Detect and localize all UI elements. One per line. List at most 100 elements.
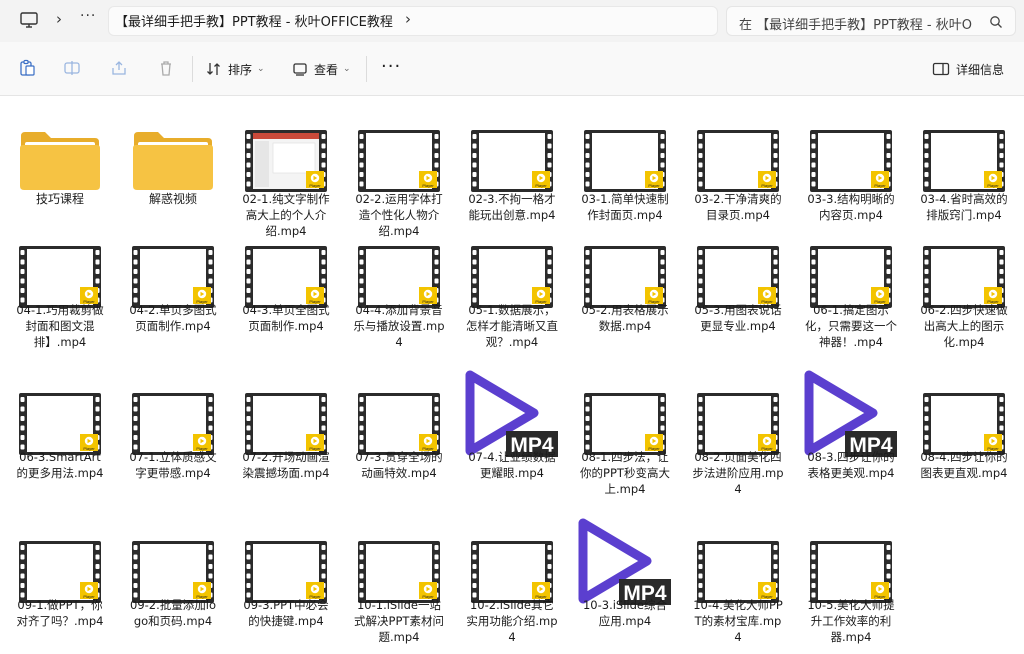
video-thumbnail-icon: Player (358, 130, 440, 192)
svg-text:Player: Player (761, 183, 773, 188)
file-item[interactable]: Player 04-2.单页多图式页面制作.mp4 (123, 245, 223, 355)
file-item[interactable]: MP4 08-3.四步让你的表格更美观.mp4 (801, 370, 901, 502)
file-name-label: 10-4.美化大师PPT的素材宝库.mp4 (693, 598, 783, 644)
file-item[interactable]: Player 08-2.页面美化四步法进阶应用.mp4 (688, 392, 788, 502)
file-item[interactable]: Player 06-1.搞定图示化，只需要这一个神器！.mp4 (801, 245, 901, 355)
address-bar-row: › ··· 【最详细手把手教】PPT教程 - 秋叶OFFICE教程 › 在 【最… (0, 0, 1024, 42)
file-item[interactable]: Player 07-3.贯穿全场的动画特效.mp4 (349, 392, 449, 502)
file-name-label: 04-2.单页多图式页面制作.mp4 (129, 303, 217, 333)
file-name-label: 技巧课程 (35, 192, 84, 206)
share-icon[interactable] (110, 59, 128, 77)
file-item[interactable]: Player 09-3.PPT中必会的快捷键.mp4 (236, 540, 336, 650)
svg-text:Player: Player (422, 183, 434, 188)
file-name-label: 解惑视频 (148, 192, 197, 206)
rename-icon[interactable] (63, 59, 81, 77)
toolbar-divider (366, 56, 367, 82)
file-item[interactable]: Player 02-1.纯文字制作高大上的个人介绍.mp4 (236, 110, 336, 238)
view-button[interactable]: 查看 ⌄ (292, 59, 351, 79)
chevron-right-icon[interactable]: › (56, 10, 62, 28)
file-item[interactable]: Player 10-4.美化大师PPT的素材宝库.mp4 (688, 540, 788, 650)
file-name-label: 05-3.用图表说话更显专业.mp4 (694, 303, 782, 333)
video-thumbnail-icon: Player (358, 541, 440, 603)
file-name-label: 08-1.四步法，让你的PPT秒变高大上.mp4 (580, 450, 670, 496)
search-box[interactable]: 在 【最详细手把手教】PPT教程 - 秋叶O (726, 6, 1016, 36)
video-thumbnail-icon: Player (584, 130, 666, 192)
video-thumbnail-icon: Player (697, 246, 779, 308)
file-name-label: 10-5.美化大师提升工作效率的利器.mp4 (807, 598, 895, 644)
file-item[interactable]: Player 02-3.不拘一格才能玩出创意.mp4 (462, 110, 562, 222)
file-item[interactable]: Player 09-1.做PPT，你对齐了吗？.mp4 (10, 540, 110, 650)
file-name-label: 03-1.简单快速制作封面页.mp4 (581, 192, 669, 222)
file-item[interactable]: Player 05-2.用表格展示数据.mp4 (575, 245, 675, 355)
file-name-label: 03-4.省时高效的排版窍门.mp4 (920, 192, 1008, 222)
mp4-file-icon: MP4 (465, 370, 558, 457)
file-name-label: 04-1.巧用裁剪做封面和图文混排】.mp4 (16, 303, 104, 349)
search-icon[interactable] (989, 15, 1003, 29)
file-item[interactable]: Player 07-2.开场动画渲染震撼场面.mp4 (236, 392, 336, 502)
video-thumbnail-icon: Player (923, 246, 1005, 308)
file-name-label: 03-3.结构明晰的内容页.mp4 (807, 192, 895, 222)
file-name-label: 09-1.做PPT，你对齐了吗？.mp4 (16, 598, 104, 628)
toolbar-divider (192, 56, 193, 82)
sort-icon (207, 63, 220, 75)
file-item[interactable]: Player 04-3.单页全图式页面制作.mp4 (236, 245, 336, 355)
file-item[interactable]: Player 05-1.数据展示，怎样才能清晰又直观？.mp4 (462, 245, 562, 355)
video-thumbnail-icon: Player (584, 393, 666, 455)
video-thumbnail-icon: Player (19, 541, 101, 603)
file-name-label: 07-4.让业绩数据更耀眼.mp4 (468, 450, 556, 480)
file-item[interactable]: Player 10-5.美化大师提升工作效率的利器.mp4 (801, 540, 901, 650)
file-item[interactable]: Player 06-3.SmartArt的更多用法.mp4 (10, 392, 110, 502)
file-item[interactable]: Player 09-2.批量添加logo和页码.mp4 (123, 540, 223, 650)
more-options-button[interactable]: ··· (381, 56, 401, 77)
file-item[interactable]: Player 03-4.省时高效的排版窍门.mp4 (914, 110, 1014, 222)
sort-button[interactable]: 排序 ⌄ (206, 59, 265, 79)
video-thumbnail-icon: Player (358, 393, 440, 455)
file-item[interactable]: Player 06-2.四步快速做出高大上的图示化.mp4 (914, 245, 1014, 355)
breadcrumb-overflow-button[interactable]: ··· (80, 8, 96, 24)
file-item[interactable]: Player 08-1.四步法，让你的PPT秒变高大上.mp4 (575, 392, 675, 502)
chevron-right-icon[interactable]: › (405, 10, 411, 28)
file-item[interactable]: MP4 07-4.让业绩数据更耀眼.mp4 (462, 370, 562, 502)
video-thumbnail-icon: Player (810, 541, 892, 603)
video-thumbnail-icon: Player (245, 393, 327, 455)
file-name-label: 06-3.SmartArt的更多用法.mp4 (16, 450, 104, 480)
file-name-label: 06-2.四步快速做出高大上的图示化.mp4 (920, 303, 1008, 349)
file-name-label: 05-1.数据展示，怎样才能清晰又直观？.mp4 (466, 303, 558, 349)
file-item[interactable]: Player 04-4.添加背景音乐与播放设置.mp4 (349, 245, 449, 355)
file-item[interactable]: Player 02-2.运用字体打造个性化人物介绍.mp4 (349, 110, 449, 238)
video-thumbnail-icon: Player (19, 246, 101, 308)
search-input[interactable]: 在 【最详细手把手教】PPT教程 - 秋叶O (739, 14, 979, 33)
file-name-label: 10-3.iSlide综合应用.mp4 (582, 598, 667, 628)
file-item[interactable]: Player 03-3.结构明晰的内容页.mp4 (801, 110, 901, 222)
this-pc-icon[interactable] (18, 9, 40, 31)
file-item[interactable]: Player 10-2.iSlide其它实用功能介绍.mp4 (462, 540, 562, 650)
delete-icon[interactable] (157, 59, 175, 77)
folder-item[interactable]: 技巧课程 (10, 110, 110, 220)
details-pane-button[interactable]: 详细信息 (932, 59, 1004, 79)
file-item[interactable]: Player 08-4.四步让你的图表更直观.mp4 (914, 392, 1014, 502)
file-item[interactable]: Player 04-1.巧用裁剪做封面和图文混排】.mp4 (10, 245, 110, 355)
chevron-down-icon: ⌄ (343, 64, 351, 74)
file-item[interactable]: Player 03-1.简单快速制作封面页.mp4 (575, 110, 675, 222)
mp4-file-icon: MP4 (578, 518, 671, 605)
folder-icon (20, 132, 100, 190)
mp4-file-icon: MP4 (804, 370, 897, 457)
file-item[interactable]: MP4 10-3.iSlide综合应用.mp4 (575, 518, 675, 650)
file-name-label: 04-3.单页全图式页面制作.mp4 (242, 303, 330, 333)
file-name-label: 10-2.iSlide其它实用功能介绍.mp4 (466, 598, 558, 644)
folder-item[interactable]: 解惑视频 (123, 110, 223, 220)
video-thumbnail-icon: Player (810, 246, 892, 308)
chevron-down-icon: ⌄ (257, 64, 265, 74)
video-thumbnail-icon: Player (697, 393, 779, 455)
file-name-label: 02-3.不拘一格才能玩出创意.mp4 (468, 192, 556, 222)
video-thumbnail-icon: Player (358, 246, 440, 308)
svg-text:Player: Player (987, 183, 999, 188)
paste-icon[interactable] (18, 59, 36, 77)
file-item[interactable]: Player 10-1.iSlide一站式解决PPT素材问题.mp4 (349, 540, 449, 650)
svg-text:Player: Player (648, 183, 660, 188)
file-item[interactable]: Player 07-1.立体质感文字更带感.mp4 (123, 392, 223, 502)
details-pane-label: 详细信息 (956, 62, 1005, 77)
file-item[interactable]: Player 03-2.干净清爽的目录页.mp4 (688, 110, 788, 222)
file-item[interactable]: Player 05-3.用图表说话更显专业.mp4 (688, 245, 788, 355)
breadcrumb-current-folder[interactable]: 【最详细手把手教】PPT教程 - 秋叶OFFICE教程 (115, 11, 393, 30)
